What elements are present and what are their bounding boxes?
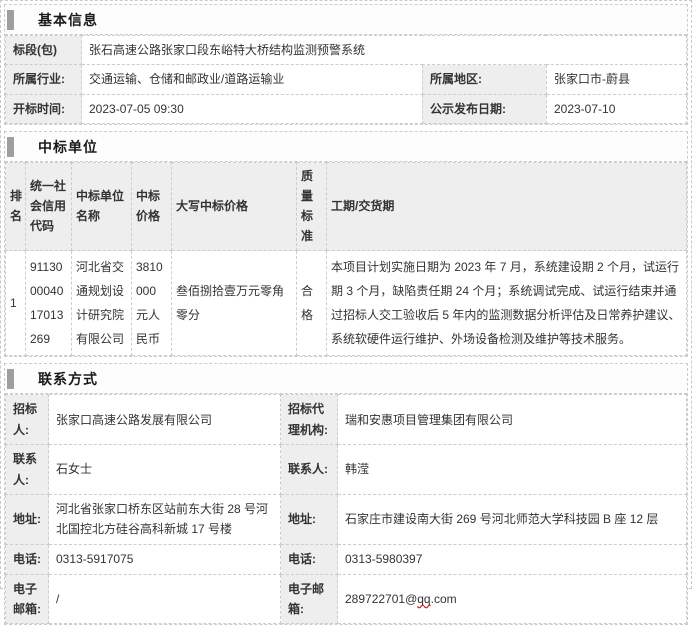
col-header-duration: 工期/交货期 <box>327 163 687 251</box>
basic-row-dates: 开标时间: 2023-07-05 09:30 公示发布日期: 2023-07-1… <box>6 94 687 123</box>
email-prefix: 289722701@ <box>345 592 417 606</box>
section-winning-bidder: 中标单位 排名 统一社会信用代码 中标单位名称 中标价格 大写中标价格 质量标准… <box>4 131 688 357</box>
section-contact-info: 联系方式 招标人: 张家口高速公路发展有限公司 招标代理机构: 瑞和安惠项目管理… <box>4 363 688 625</box>
winner-table-header-row: 排名 统一社会信用代码 中标单位名称 中标价格 大写中标价格 质量标准 工期/交… <box>6 163 687 251</box>
agency-label: 招标代理机构: <box>281 395 338 445</box>
industry-value: 交通运输、仓储和邮政业/道路运输业 <box>82 65 423 94</box>
cell-price: 3810000 元人民币 <box>132 251 172 356</box>
agency-value: 瑞和安惠项目管理集团有限公司 <box>338 395 687 445</box>
email-left-label: 电子邮箱: <box>6 574 49 624</box>
basic-info-table: 标段(包) 张石高速公路张家口段东峪特大桥结构监测预警系统 所属行业: 交通运输… <box>5 35 687 124</box>
email-left-value: / <box>49 574 281 624</box>
section-contact-info-header: 联系方式 <box>5 364 687 394</box>
section-marker <box>7 137 14 157</box>
cell-duration: 本项目计划实施日期为 2023 年 7 月，系统建设期 2 个月，试运行期 3 … <box>327 251 687 356</box>
contact-person-right-value: 韩滢 <box>338 445 687 495</box>
email-misspelled-part: qq <box>417 592 430 606</box>
section-title-contact-info: 联系方式 <box>38 369 98 389</box>
cell-rank: 1 <box>6 251 26 356</box>
winner-table-data-row: 1 911300004017013269 河北省交通规划设计研究院有限公司 38… <box>6 251 687 356</box>
announcement-page: 基本信息 标段(包) 张石高速公路张家口段东峪特大桥结构监测预警系统 所属行业:… <box>0 0 692 589</box>
cell-credit-code: 911300004017013269 <box>26 251 72 356</box>
basic-row-industry-region: 所属行业: 交通运输、仓储和邮政业/道路运输业 所属地区: 张家口市-蔚县 <box>6 65 687 94</box>
col-header-credit-code: 统一社会信用代码 <box>26 163 72 251</box>
contact-row-email: 电子邮箱: / 电子邮箱: 289722701@qq.com <box>6 574 687 624</box>
section-marker <box>7 369 14 389</box>
address-left-value: 河北省张家口桥东区站前东大街 28 号河北国控北方硅谷高科新城 17 号楼 <box>49 494 281 544</box>
address-left-label: 地址: <box>6 494 49 544</box>
publish-date-value: 2023-07-10 <box>546 94 686 123</box>
phone-right-label: 电话: <box>281 544 338 574</box>
contact-person-left-value: 石女士 <box>49 445 281 495</box>
email-suffix: .com <box>431 592 457 606</box>
section-title-winning-bidder: 中标单位 <box>38 137 98 157</box>
phone-left-value: 0313-5917075 <box>49 544 281 574</box>
phone-left-label: 电话: <box>6 544 49 574</box>
basic-row-bid-section: 标段(包) 张石高速公路张家口段东峪特大桥结构监测预警系统 <box>6 36 687 65</box>
cell-price-caps: 叁佰捌拾壹万元零角零分 <box>172 251 297 356</box>
address-right-value: 石家庄市建设南大街 269 号河北师范大学科技园 B 座 12 层 <box>338 494 687 544</box>
section-basic-info-header: 基本信息 <box>5 5 687 35</box>
col-header-rank: 排名 <box>6 163 26 251</box>
section-title-basic-info: 基本信息 <box>38 10 98 30</box>
phone-right-value: 0313-5980397 <box>338 544 687 574</box>
address-right-label: 地址: <box>281 494 338 544</box>
publish-date-label: 公示发布日期: <box>422 94 546 123</box>
region-label: 所属地区: <box>422 65 546 94</box>
tenderer-value: 张家口高速公路发展有限公司 <box>49 395 281 445</box>
section-basic-info: 基本信息 标段(包) 张石高速公路张家口段东峪特大桥结构监测预警系统 所属行业:… <box>4 4 688 125</box>
industry-label: 所属行业: <box>6 65 82 94</box>
cell-company: 河北省交通规划设计研究院有限公司 <box>72 251 132 356</box>
open-time-label: 开标时间: <box>6 94 82 123</box>
contact-person-left-label: 联系人: <box>6 445 49 495</box>
contact-row-phone: 电话: 0313-5917075 电话: 0313-5980397 <box>6 544 687 574</box>
col-header-quality: 质量标准 <box>297 163 327 251</box>
bid-section-label: 标段(包) <box>6 36 82 65</box>
contact-person-right-label: 联系人: <box>281 445 338 495</box>
open-time-value: 2023-07-05 09:30 <box>82 94 423 123</box>
section-winning-bidder-header: 中标单位 <box>5 132 687 162</box>
contact-row-person: 联系人: 石女士 联系人: 韩滢 <box>6 445 687 495</box>
contact-row-tenderer: 招标人: 张家口高速公路发展有限公司 招标代理机构: 瑞和安惠项目管理集团有限公… <box>6 395 687 445</box>
contact-row-address: 地址: 河北省张家口桥东区站前东大街 28 号河北国控北方硅谷高科新城 17 号… <box>6 494 687 544</box>
cell-quality: 合格 <box>297 251 327 356</box>
region-value: 张家口市-蔚县 <box>546 65 686 94</box>
tenderer-label: 招标人: <box>6 395 49 445</box>
col-header-company: 中标单位名称 <box>72 163 132 251</box>
section-marker <box>7 10 14 30</box>
col-header-price-caps: 大写中标价格 <box>172 163 297 251</box>
col-header-price: 中标价格 <box>132 163 172 251</box>
contact-info-table: 招标人: 张家口高速公路发展有限公司 招标代理机构: 瑞和安惠项目管理集团有限公… <box>5 394 687 624</box>
email-right-value: 289722701@qq.com <box>338 574 687 624</box>
winning-bidder-table: 排名 统一社会信用代码 中标单位名称 中标价格 大写中标价格 质量标准 工期/交… <box>5 162 687 356</box>
bid-section-value: 张石高速公路张家口段东峪特大桥结构监测预警系统 <box>82 36 687 65</box>
email-right-label: 电子邮箱: <box>281 574 338 624</box>
